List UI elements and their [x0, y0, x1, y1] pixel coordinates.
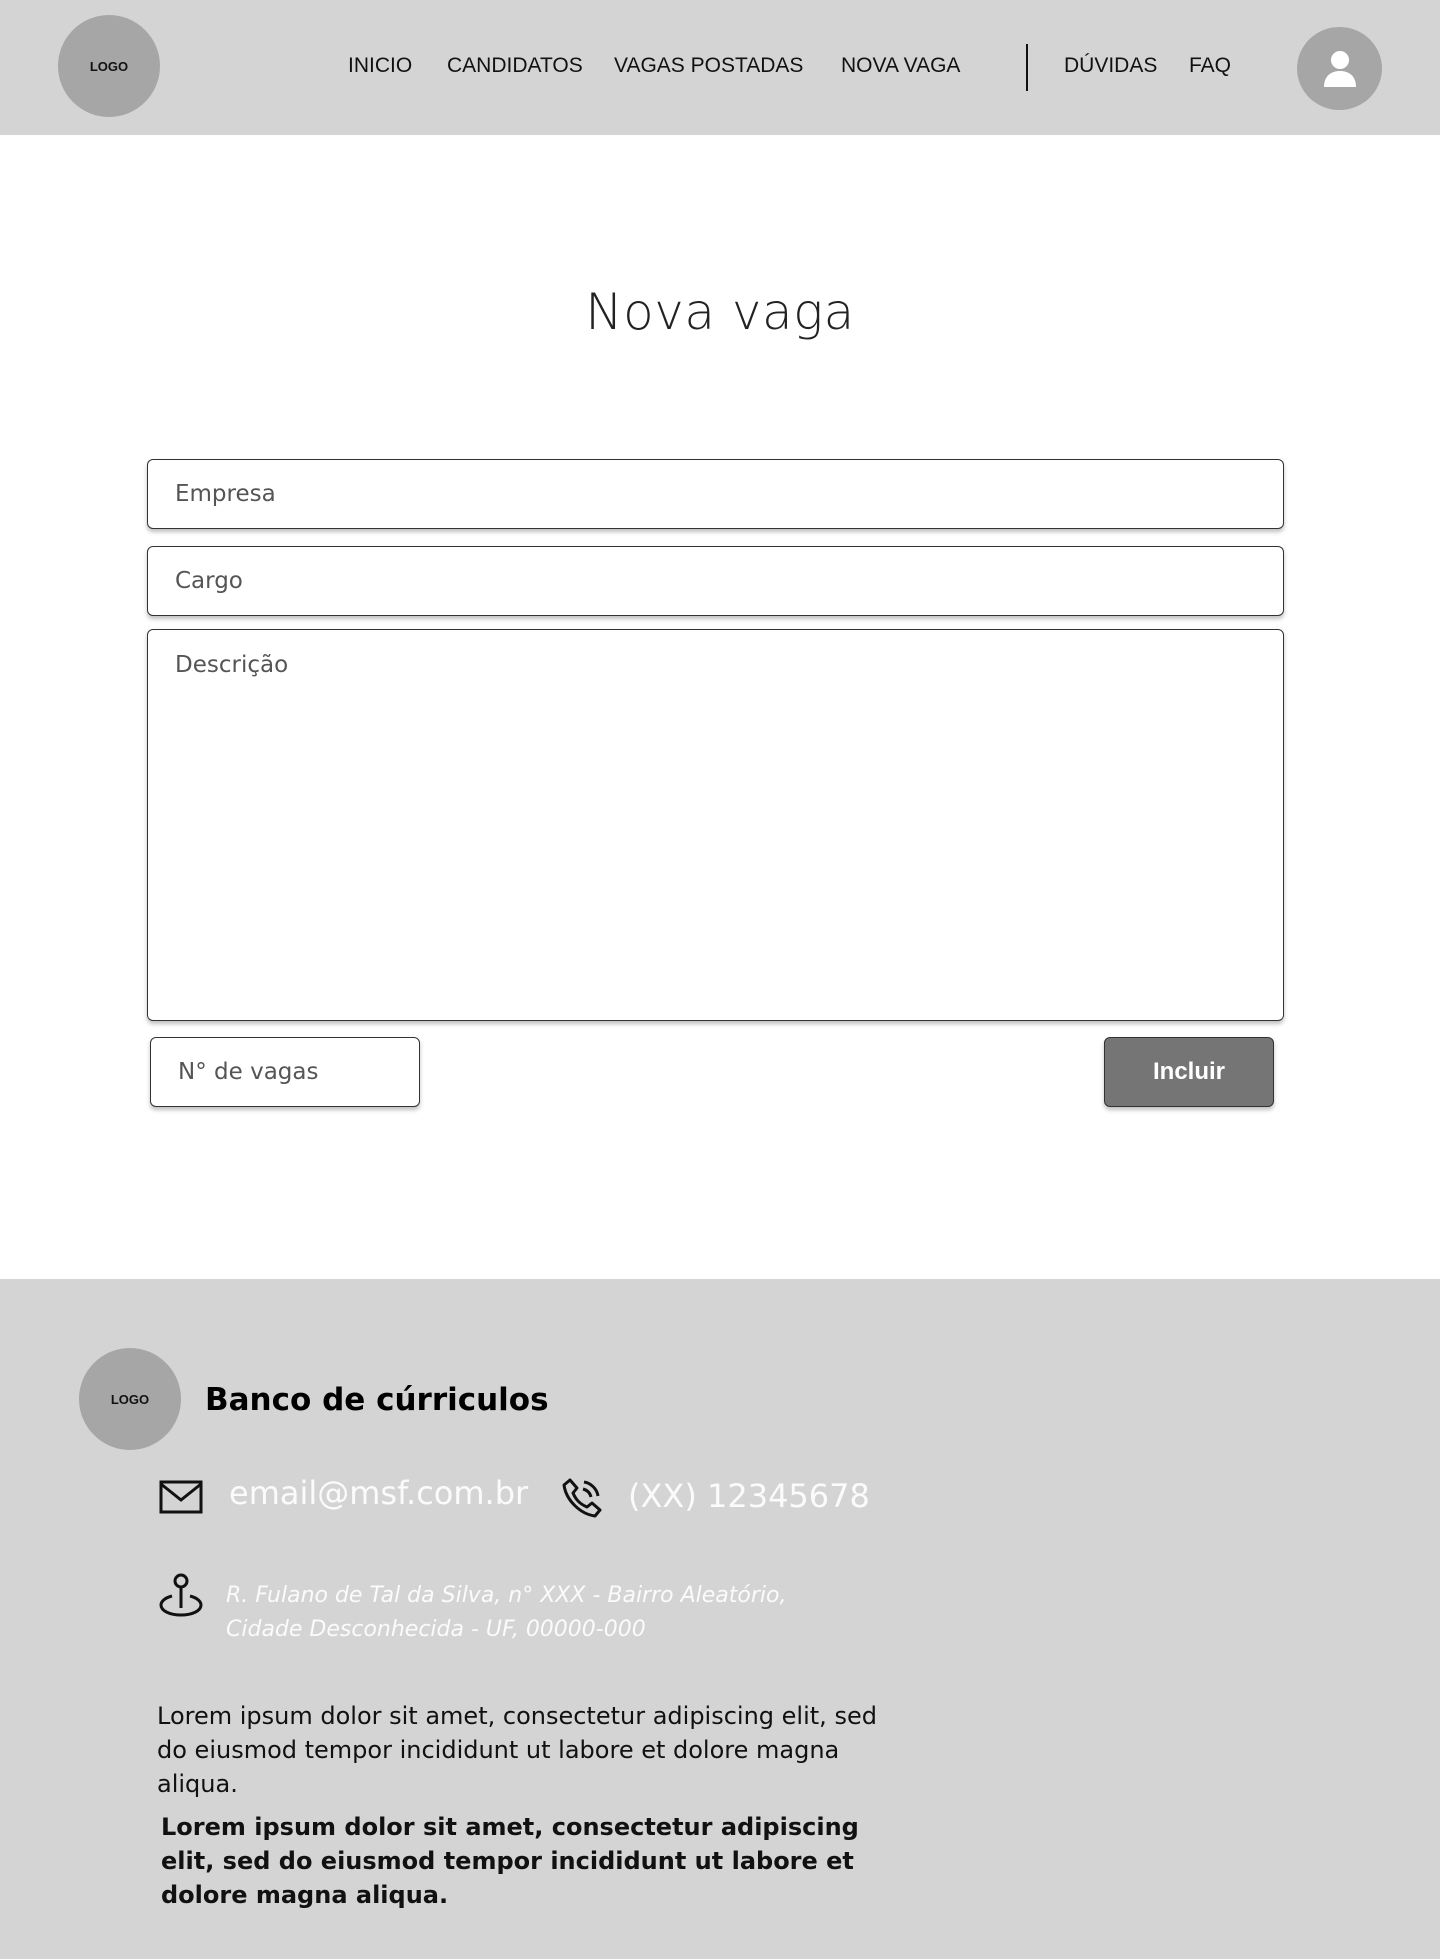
nav-item-inicio[interactable]: INICIO — [348, 54, 412, 78]
footer-phone-link[interactable]: (XX) 12345678 — [628, 1477, 870, 1515]
nav-item-duvidas[interactable]: DÚVIDAS — [1064, 54, 1157, 78]
footer-logo-text: LOGO — [110, 1391, 150, 1407]
nav-item-faq[interactable]: FAQ — [1189, 54, 1231, 78]
address-line-1: R. Fulano de Tal da Silva, n° XXX - Bair… — [226, 1583, 787, 1608]
footer-logo[interactable]: LOGO — [79, 1348, 181, 1450]
user-icon — [1323, 50, 1356, 87]
footer-brand-name: Banco de cúrriculos — [205, 1382, 549, 1418]
nav-divider — [1026, 44, 1028, 91]
header-logo[interactable]: LOGO — [58, 15, 160, 117]
footer-email-link[interactable]: email@msf.com.br — [229, 1474, 528, 1512]
footer-paragraph: Lorem ipsum dolor sit amet, consectetur … — [157, 1702, 877, 1798]
mail-icon — [159, 1480, 203, 1514]
location-pin-icon — [159, 1573, 203, 1617]
top-navbar: LOGO INICIO CANDIDATOS VAGAS POSTADAS NO… — [0, 0, 1440, 135]
descricao-textarea[interactable] — [147, 629, 1284, 1021]
incluir-button[interactable]: Incluir — [1104, 1037, 1274, 1107]
nav-item-nova-vaga[interactable]: NOVA VAGA — [841, 54, 960, 78]
page-title: Nova vaga — [585, 283, 855, 341]
numero-vagas-input[interactable] — [150, 1037, 420, 1107]
phone-icon — [562, 1478, 602, 1518]
header-logo-text: LOGO — [89, 58, 129, 74]
nav-item-candidatos[interactable]: CANDIDATOS — [447, 54, 583, 78]
footer: LOGO Banco de cúrriculos email@msf.com.b… — [0, 1279, 1440, 1959]
empresa-input[interactable] — [147, 459, 1284, 529]
user-avatar-button[interactable] — [1297, 27, 1382, 110]
nav-item-vagas-postadas[interactable]: VAGAS POSTADAS — [614, 54, 803, 78]
address-line-2: Cidade Desconhecida - UF, 00000-000 — [226, 1617, 646, 1642]
cargo-input[interactable] — [147, 546, 1284, 616]
footer-paragraph-bold: Lorem ipsum dolor sit amet, consectetur … — [161, 1813, 859, 1909]
footer-address: R. Fulano de Tal da Silva, n° XXX - Bair… — [226, 1579, 786, 1647]
